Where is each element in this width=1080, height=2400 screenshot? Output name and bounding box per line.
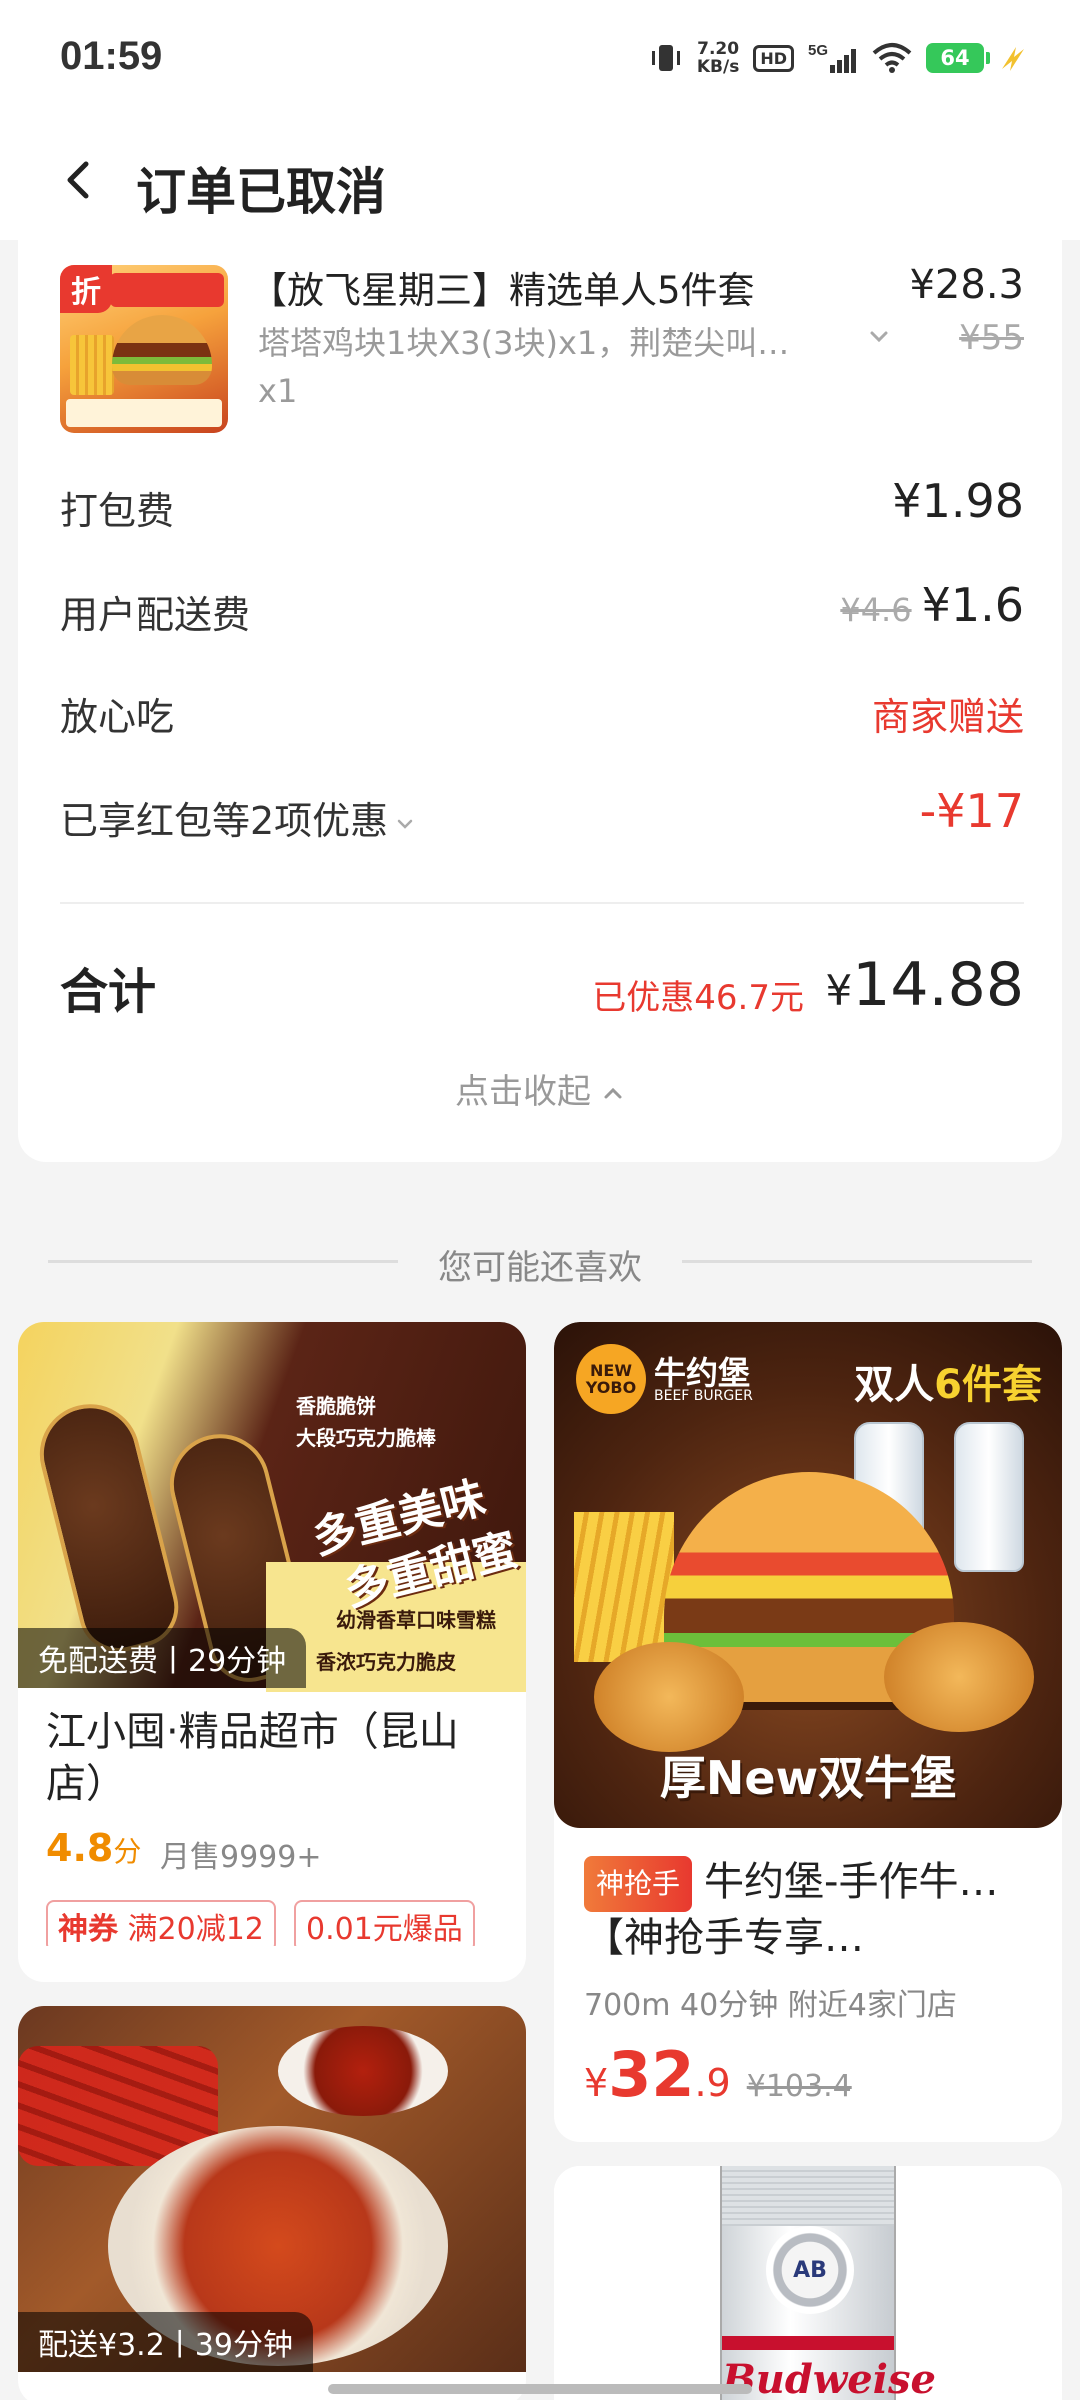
hd-icon: HD <box>753 44 794 72</box>
chevron-down-icon <box>870 331 888 343</box>
set-label: 双人6件套 <box>854 1362 1042 1408</box>
brand-subtitle: BEEF BURGER <box>654 1388 753 1404</box>
image-caption: 香脆脆饼 <box>296 1394 376 1418</box>
order-item-qty: x1 <box>258 372 298 410</box>
back-arrow-icon <box>67 161 89 199</box>
bottle-graphic <box>954 1422 1024 1572</box>
delivery-badge: 免配送费丨29分钟 <box>18 1628 307 1688</box>
deal-name: 神抢手 牛约堡-手作牛…【神抢手专享… <box>584 1856 1034 1964</box>
rec-title-line-right <box>682 1260 1032 1263</box>
flash-sale-badge: 神抢手 <box>584 1856 693 1912</box>
fries-graphic <box>574 1512 674 1662</box>
image-caption: 幼滑香草口味雪糕 <box>336 1608 496 1632</box>
recommend-card-supermarket[interactable]: 香脆脆饼 大段巧克力脆棒 多重美味 多重甜蜜 幼滑香草口味雪糕 香浓巧克力脆皮 … <box>18 1322 526 1982</box>
discount-tag: 折 <box>60 265 112 313</box>
discounts-value: -¥17 <box>919 784 1024 838</box>
card-image: NEW YOBO 牛约堡 BEEF BURGER 双人6件套 厚New双牛堡 <box>554 1322 1062 1828</box>
packing-fee-label: 打包费 <box>60 489 175 533</box>
chevron-down-icon <box>397 819 413 829</box>
net-speed: 7.20 KB/s <box>696 39 740 77</box>
order-item-price: ¥28.3 <box>909 262 1024 308</box>
order-item-name[interactable]: 【放飞星期三】精选单人5件套 <box>250 260 755 314</box>
collapse-button[interactable]: 点击收起 <box>18 1064 1062 1113</box>
thumb-banner <box>110 273 224 307</box>
recommend-card-burger[interactable]: NEW YOBO 牛约堡 BEEF BURGER 双人6件套 厚New双牛堡 神… <box>554 1322 1062 2142</box>
coupon-tag[interactable]: 0.01元爆品 <box>294 1900 475 1946</box>
can-stripe <box>722 2336 894 2350</box>
svg-text:5G: 5G <box>808 42 828 59</box>
fries-graphic <box>70 335 114 395</box>
image-slogan: 厚New双牛堡 <box>659 1751 957 1805</box>
discounts-label: 已享红包等2项优惠 <box>60 799 389 843</box>
beer-can-graphic: AB Budweise <box>720 2166 936 2400</box>
vibrate-icon <box>649 41 683 75</box>
status-bar: 01:59 7.20 KB/s HD 5G 64 <box>0 0 1080 120</box>
total-currency: ¥ <box>825 966 853 1015</box>
home-indicator[interactable] <box>328 2384 752 2394</box>
divider <box>60 902 1024 904</box>
image-caption: 香浓巧克力脆皮 <box>316 1650 456 1674</box>
brand-logo: NEW YOBO <box>576 1344 646 1414</box>
card-image: 配送¥3.2丨39分钟 <box>18 2006 526 2372</box>
icecream-graphic <box>29 1393 187 1661</box>
order-item-desc: 塔塔鸡块1块X3(3块)x1，荆楚尖叫… <box>258 324 790 362</box>
total-value: 14.88 <box>852 950 1024 1020</box>
coupon-tag[interactable]: 神券 满20减12 <box>46 1900 276 1946</box>
packing-fee-value: ¥1.98 <box>892 474 1024 528</box>
chicken-graphic <box>884 1622 1034 1732</box>
signal-5g-icon: 5G <box>808 41 858 75</box>
deal-price: ¥32.9 ¥103.4 <box>584 2038 852 2111</box>
can-top <box>722 2166 894 2226</box>
total-label: 合计 <box>60 964 157 1020</box>
shop-sales: 月售9999+ <box>160 1840 322 1875</box>
expand-desc-button[interactable] <box>864 322 894 352</box>
collapse-label: 点击收起 <box>455 1072 591 1112</box>
coupon-row: 神券 满20减12 0.01元爆品 <box>46 1900 506 1946</box>
deal-orig-price: ¥103.4 <box>746 2069 852 2104</box>
safe-eat-value: 商家赠送 <box>871 695 1024 739</box>
nav-bar: 订单已取消 <box>0 120 1080 240</box>
chicken-graphic <box>594 1642 744 1752</box>
delivery-fee-orig: ¥4.6 <box>840 591 912 629</box>
charging-icon <box>998 41 1028 75</box>
delivery-fee-current: ¥1.6 <box>921 578 1024 632</box>
card-image: 香脆脆饼 大段巧克力脆棒 多重美味 多重甜蜜 幼滑香草口味雪糕 香浓巧克力脆皮 … <box>18 1322 526 1692</box>
status-time: 01:59 <box>60 34 163 78</box>
order-item-orig-price: ¥55 <box>959 318 1024 358</box>
total-saved: 已优惠46.7元 <box>592 978 804 1018</box>
order-detail-card: 折 【放飞星期三】精选单人5件套 塔塔鸡块1块X3(3块)x1，荆楚尖叫… x1… <box>18 240 1062 1162</box>
wifi-icon <box>872 41 912 75</box>
recommend-card-beer[interactable]: AB Budweise <box>554 2166 1062 2400</box>
battery-icon: 64 <box>926 43 990 73</box>
delivery-fee-value: ¥4.6 ¥1.6 <box>840 578 1024 632</box>
burger-graphic <box>112 315 212 385</box>
shop-rating: 4.8分 <box>46 1826 142 1870</box>
shop-name: 江小囤·精品超市（昆山店） <box>46 1709 459 1807</box>
recommend-title: 您可能还喜欢 <box>438 1248 642 1288</box>
back-button[interactable] <box>58 158 102 202</box>
can-emblem: AB <box>766 2226 854 2314</box>
chevron-up-icon <box>604 1087 622 1098</box>
shop-distance: 700m 40分钟 附近4家门店 <box>584 1988 957 2023</box>
delivery-fee-label: 用户配送费 <box>60 593 251 637</box>
card-image: AB Budweise <box>554 2166 1062 2400</box>
status-icons: 7.20 KB/s HD 5G 64 <box>649 36 1028 80</box>
safe-eat-label: 放心吃 <box>60 695 175 739</box>
sauce-bowl-graphic <box>278 2026 448 2116</box>
thumb-strip <box>66 399 222 427</box>
order-item-image[interactable]: 折 <box>60 265 228 433</box>
image-caption: 大段巧克力脆棒 <box>296 1426 436 1450</box>
discounts-toggle[interactable]: 已享红包等2项优惠 <box>60 790 416 845</box>
page-title: 订单已取消 <box>136 163 386 221</box>
recommend-card-spicy[interactable]: 配送¥3.2丨39分钟 <box>18 2006 526 2400</box>
delivery-badge: 配送¥3.2丨39分钟 <box>18 2312 313 2372</box>
total-amount: ¥14.88 <box>825 950 1024 1020</box>
